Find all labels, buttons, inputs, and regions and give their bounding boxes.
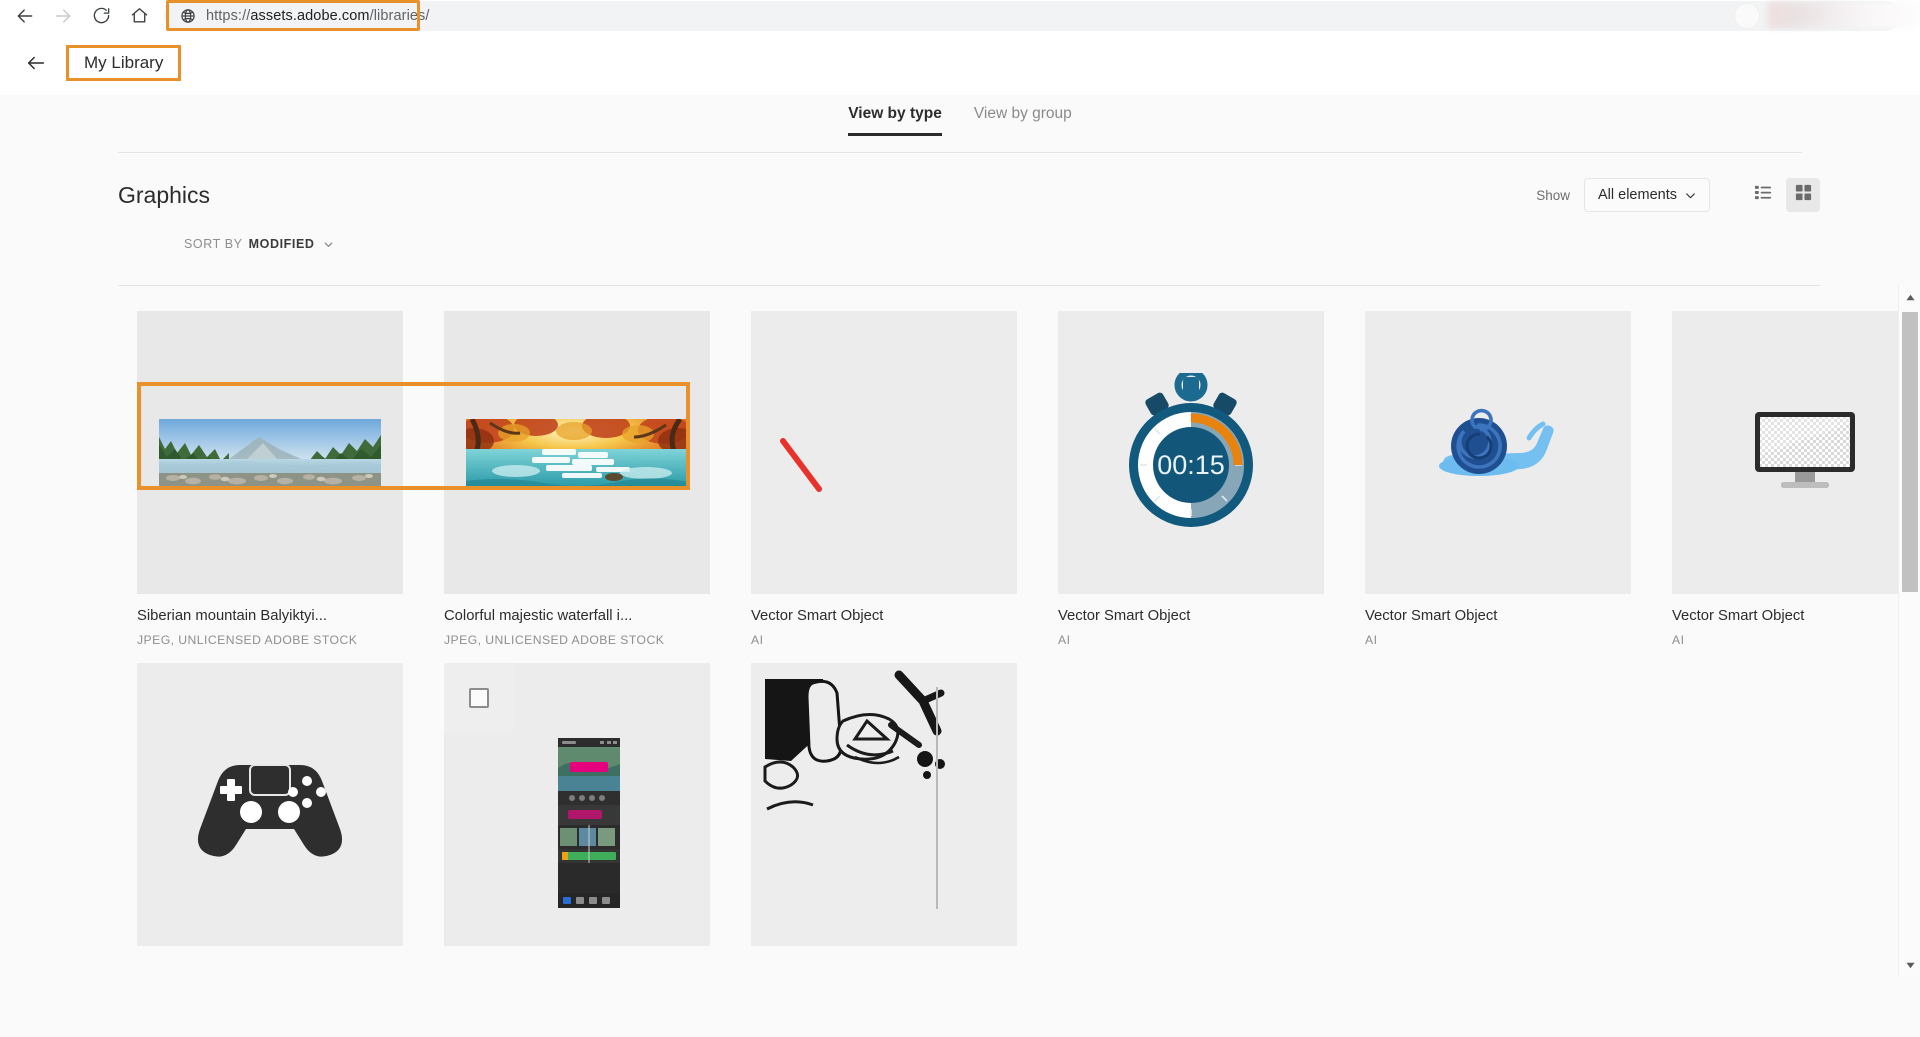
address-bar-url: https://assets.adobe.com/libraries/ bbox=[206, 7, 430, 24]
photo-autumn-waterfall bbox=[466, 418, 688, 487]
asset-thumbnail[interactable] bbox=[444, 663, 710, 946]
asset-title: Vector Smart Object bbox=[1672, 608, 1805, 624]
asset-title: Vector Smart Object bbox=[751, 608, 884, 624]
elements-filter-dropdown[interactable]: All elements bbox=[1584, 178, 1710, 212]
game-controller-icon bbox=[197, 763, 343, 857]
sort-value-label: MODIFIED bbox=[248, 237, 315, 251]
scrollbar-down-button[interactable] bbox=[1899, 954, 1920, 976]
asset-thumbnail[interactable] bbox=[137, 663, 403, 946]
redacted-profile-region bbox=[1768, 2, 1920, 28]
sort-bar: SORT BY MODIFIED bbox=[0, 219, 1920, 277]
asset-meta: AI bbox=[1672, 633, 1685, 647]
stopwatch-icon: 00:15 bbox=[1129, 372, 1253, 527]
section-controls: Show All elements bbox=[1536, 178, 1820, 212]
asset-card[interactable] bbox=[444, 663, 710, 969]
red-diagonal-stroke bbox=[780, 438, 822, 492]
app-header: My Library bbox=[0, 31, 1920, 95]
view-tabs: View by type View by group bbox=[0, 95, 1920, 152]
asset-card[interactable]: Colorful majestic waterfall i... JPEG, U… bbox=[444, 311, 710, 647]
asset-select-checkbox[interactable] bbox=[444, 663, 514, 733]
asset-card[interactable]: 00:15 Vector Smart Object AI bbox=[1058, 311, 1324, 647]
tab-view-by-type[interactable]: View by type bbox=[832, 104, 958, 136]
chevron-down-icon bbox=[1683, 188, 1698, 203]
photo-mountain-river bbox=[159, 418, 381, 487]
tab-view-by-group-label: View by group bbox=[973, 105, 1072, 122]
asset-meta: AI bbox=[1058, 633, 1071, 647]
asset-thumbnail[interactable] bbox=[751, 663, 1017, 946]
chevron-down-icon bbox=[322, 238, 335, 251]
asset-thumbnail[interactable] bbox=[1365, 311, 1631, 594]
sort-prefix-label: SORT BY bbox=[184, 237, 243, 251]
browser-back-button[interactable] bbox=[6, 1, 44, 31]
address-bar-container: https://assets.adobe.com/libraries/ bbox=[164, 0, 1906, 31]
phone-video-editor-mockup bbox=[558, 737, 620, 908]
snail-icon bbox=[1439, 408, 1554, 476]
scrollbar-up-button[interactable] bbox=[1899, 286, 1920, 308]
asset-card[interactable]: Vector Smart Object AI bbox=[751, 311, 1017, 647]
browser-forward-button[interactable] bbox=[44, 1, 82, 31]
asset-title: Vector Smart Object bbox=[1058, 608, 1191, 624]
grid-view-button[interactable] bbox=[1786, 178, 1820, 212]
address-bar[interactable]: https://assets.adobe.com/libraries/ bbox=[164, 0, 1900, 31]
app-back-button[interactable] bbox=[18, 45, 54, 81]
asset-thumbnail[interactable] bbox=[137, 311, 403, 594]
list-view-button[interactable] bbox=[1746, 178, 1780, 212]
stopwatch-time: 00:15 bbox=[1157, 450, 1225, 480]
asset-meta: AI bbox=[1365, 633, 1378, 647]
asset-card[interactable]: Vector Smart Object AI bbox=[1672, 311, 1920, 647]
library-title-highlight bbox=[66, 44, 182, 81]
list-view-icon bbox=[1754, 183, 1773, 207]
asset-thumbnail[interactable] bbox=[1672, 311, 1920, 594]
globe-icon bbox=[181, 8, 195, 23]
asset-meta: JPEG, UNLICENSED ADOBE STOCK bbox=[137, 633, 358, 647]
asset-grid: Siberian mountain Balyiktyi... JPEG, UNL… bbox=[137, 311, 1920, 969]
grid-view-icon bbox=[1794, 183, 1813, 207]
asset-card[interactable]: Vector Smart Object AI bbox=[1365, 311, 1631, 647]
browser-reload-button[interactable] bbox=[82, 1, 120, 31]
asset-thumbnail[interactable]: 00:15 bbox=[1058, 311, 1324, 594]
asset-card[interactable] bbox=[751, 663, 1017, 969]
asset-card[interactable]: Siberian mountain Balyiktyi... JPEG, UNL… bbox=[137, 311, 403, 647]
tab-view-by-group[interactable]: View by group bbox=[958, 104, 1088, 136]
asset-title: Siberian mountain Balyiktyi... bbox=[137, 608, 327, 624]
asset-meta: JPEG, UNLICENSED ADOBE STOCK bbox=[444, 633, 665, 647]
page-body: View by type View by group Graphics Show… bbox=[0, 95, 1920, 1037]
scrollbar-thumb[interactable] bbox=[1902, 312, 1918, 592]
asset-title: Colorful majestic waterfall i... bbox=[444, 608, 633, 624]
asset-grid-container: Siberian mountain Balyiktyi... JPEG, UNL… bbox=[0, 286, 1920, 976]
tab-view-by-type-label: View by type bbox=[848, 105, 942, 122]
browser-toolbar: https://assets.adobe.com/libraries/ bbox=[0, 0, 1920, 31]
page-title: Graphics bbox=[118, 181, 211, 208]
asset-thumbnail[interactable] bbox=[444, 311, 710, 594]
sort-control[interactable]: SORT BY MODIFIED bbox=[184, 237, 335, 251]
scrollbar[interactable] bbox=[1898, 286, 1920, 976]
asset-thumbnail[interactable] bbox=[751, 311, 1017, 594]
checkbox-icon bbox=[469, 688, 489, 708]
avatar[interactable] bbox=[1734, 3, 1760, 29]
lineart-sketch bbox=[751, 663, 1017, 946]
section-header: Graphics Show All elements bbox=[0, 153, 1920, 219]
asset-card[interactable] bbox=[137, 663, 403, 969]
show-label: Show bbox=[1536, 187, 1570, 203]
asset-title: Vector Smart Object bbox=[1365, 608, 1498, 624]
computer-monitor-icon bbox=[1755, 411, 1855, 488]
browser-home-button[interactable] bbox=[120, 1, 158, 31]
library-title[interactable]: My Library bbox=[66, 44, 182, 81]
view-toggle-group bbox=[1746, 178, 1820, 212]
elements-filter-value: All elements bbox=[1598, 187, 1677, 203]
asset-meta: AI bbox=[751, 633, 764, 647]
